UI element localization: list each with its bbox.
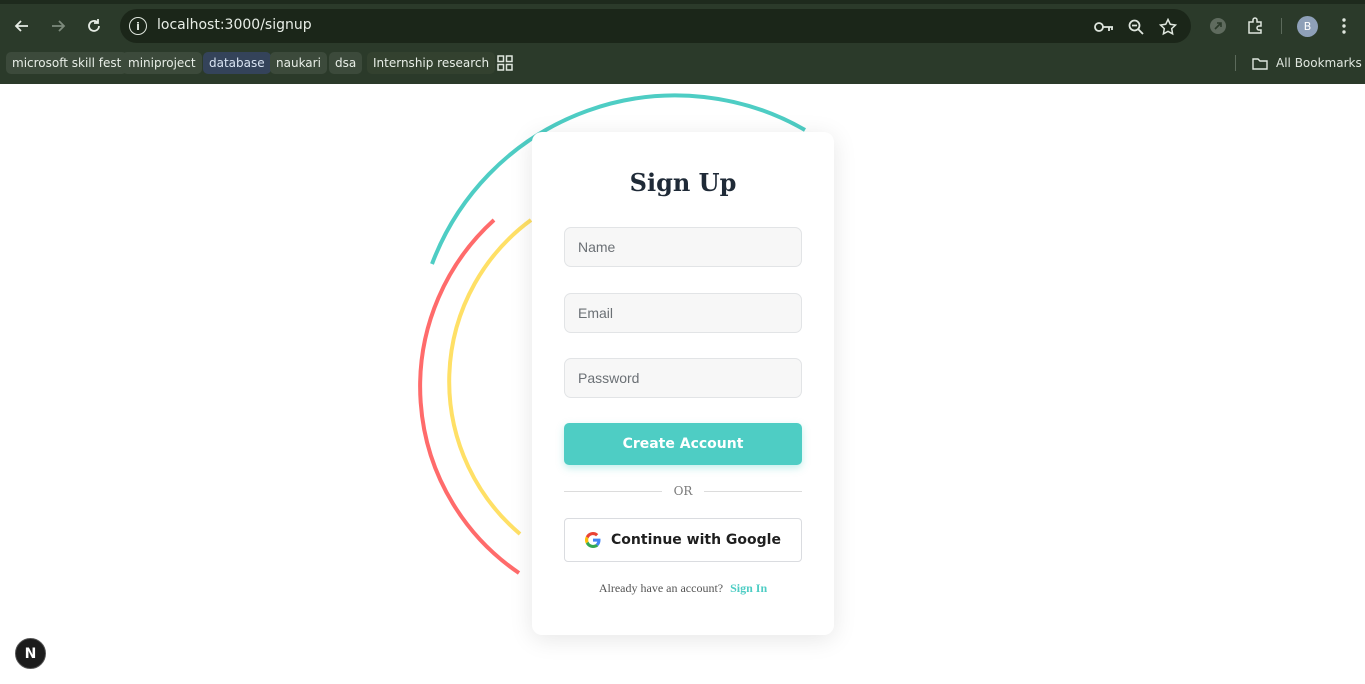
forward-button[interactable] (46, 14, 70, 38)
nextjs-dev-badge[interactable]: N (15, 638, 46, 669)
bookmark-naukari[interactable]: naukari (270, 52, 327, 74)
extensions-puzzle-icon[interactable] (1243, 14, 1267, 38)
bookmark-miniproject[interactable]: miniproject (122, 52, 202, 74)
google-button-label: Continue with Google (611, 532, 781, 548)
forward-arrow-icon (52, 20, 66, 32)
email-input[interactable] (564, 293, 802, 333)
password-input[interactable] (564, 358, 802, 398)
back-button[interactable] (10, 14, 34, 38)
yellow-arc (447, 218, 533, 536)
signin-prompt-text: Already have an account? (598, 581, 724, 595)
profile-avatar[interactable]: B (1297, 16, 1318, 37)
signin-link[interactable]: Sign In (730, 581, 767, 595)
all-bookmarks-label: All Bookmarks (1276, 56, 1362, 70)
google-signin-button[interactable]: Continue with Google (564, 518, 802, 562)
bookmarks-separator (1235, 55, 1236, 71)
signup-card: Sign Up Create Account OR Continue with … (532, 132, 834, 635)
password-key-icon[interactable] (1094, 17, 1114, 37)
folder-icon (1252, 57, 1268, 70)
address-bar[interactable]: i localhost:3000/signup (120, 9, 1191, 43)
google-logo-icon (585, 532, 601, 548)
all-bookmarks-button[interactable]: All Bookmarks (1252, 52, 1362, 74)
reload-icon (88, 19, 100, 32)
create-account-button[interactable]: Create Account (564, 423, 802, 465)
divider-right (704, 491, 802, 492)
tab-groups-grid-icon[interactable] (497, 55, 513, 71)
site-info-icon[interactable]: i (129, 17, 147, 35)
name-input[interactable] (564, 227, 802, 267)
bookmark-internship-research[interactable]: Internship research (367, 52, 496, 74)
reload-button[interactable] (82, 14, 106, 38)
extension-circle-icon[interactable] (1206, 14, 1230, 38)
signin-prompt-row: Already have an account? Sign In (532, 581, 834, 596)
bookmark-dsa[interactable]: dsa (329, 52, 363, 74)
url-text[interactable]: localhost:3000/signup (157, 17, 312, 33)
zoom-icon[interactable] (1126, 17, 1146, 37)
browser-chrome: i localhost:3000/signup B microsoft skil… (0, 0, 1365, 84)
page-title: Sign Up (629, 168, 737, 197)
bookmarks-bar: microsoft skill fest miniproject databas… (0, 52, 1365, 74)
back-arrow-icon (14, 20, 28, 32)
toolbar-separator (1281, 18, 1282, 34)
tab-strip (0, 0, 1365, 4)
bookmark-star-icon[interactable] (1158, 17, 1178, 37)
bookmark-database[interactable]: database (203, 52, 271, 74)
bookmark-microsoft-skill-fest[interactable]: microsoft skill fest (6, 52, 128, 74)
browser-menu-icon[interactable] (1332, 14, 1356, 38)
page-content: Sign Up Create Account OR Continue with … (0, 84, 1365, 684)
